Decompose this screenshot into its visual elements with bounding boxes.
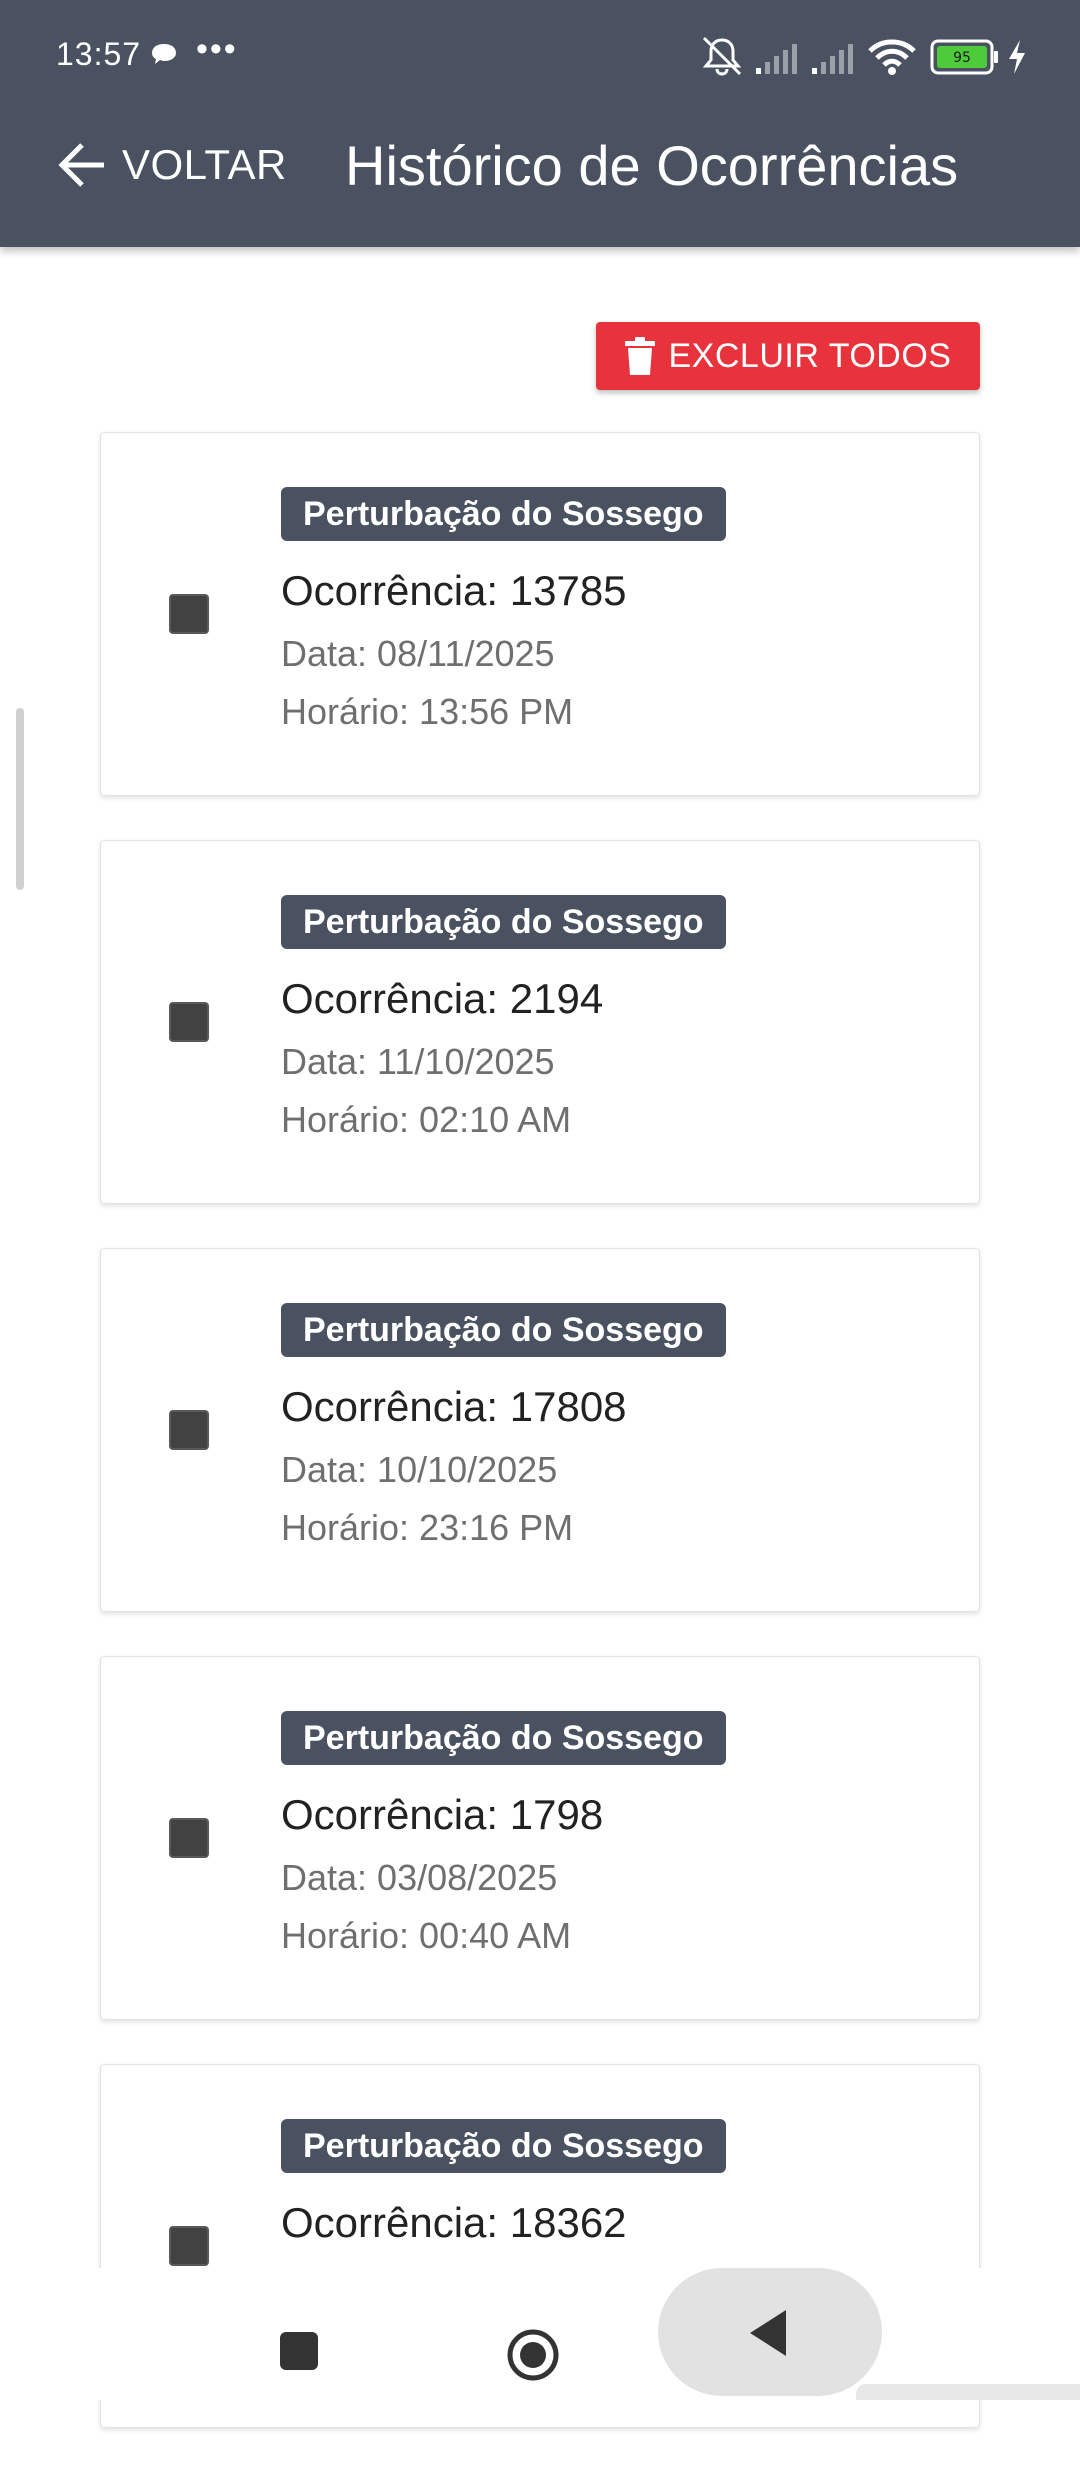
recents-button[interactable] bbox=[280, 2332, 318, 2370]
battery-icon: 95 bbox=[930, 39, 998, 75]
system-nav-bar bbox=[0, 2268, 1080, 2400]
occurrence-date: Data: 03/08/2025 bbox=[281, 1857, 558, 1898]
gesture-hint bbox=[856, 2384, 1080, 2400]
occurrence-time: Horário: 13:56 PM bbox=[281, 691, 574, 732]
occurrence-number: Ocorrência: 13785 bbox=[281, 567, 627, 614]
status-time: 13:57 bbox=[56, 36, 142, 72]
scrollbar[interactable] bbox=[16, 708, 24, 890]
occurrence-number: Ocorrência: 17808 bbox=[281, 1383, 627, 1430]
page-title: Histórico de Ocorrências bbox=[345, 134, 959, 197]
more-dots-icon: ••• bbox=[196, 30, 238, 68]
select-checkbox[interactable] bbox=[169, 1410, 209, 1450]
occurrence-date: Data: 08/11/2025 bbox=[281, 633, 555, 674]
wifi-icon bbox=[868, 39, 916, 75]
trash-icon bbox=[624, 337, 655, 375]
category-badge: Perturbação do Sossego bbox=[281, 895, 726, 949]
chat-bubble-icon bbox=[152, 44, 176, 64]
occurrence-card[interactable]: Perturbação do Sossego Ocorrência: 13785… bbox=[100, 432, 980, 796]
arrow-left-icon bbox=[58, 143, 104, 187]
home-button[interactable] bbox=[506, 2328, 560, 2382]
back-label: VOLTAR bbox=[122, 141, 287, 188]
occurrence-card[interactable]: Perturbação do Sossego Ocorrência: 17808… bbox=[100, 1248, 980, 1612]
occurrence-time: Horário: 00:40 AM bbox=[281, 1915, 572, 1956]
occurrence-time: Horário: 23:16 PM bbox=[281, 1507, 574, 1548]
back-nav-button[interactable] bbox=[658, 2268, 882, 2396]
occurrence-number: Ocorrência: 1798 bbox=[281, 1791, 604, 1838]
occurrence-card[interactable]: Perturbação do Sossego Ocorrência: 1798 … bbox=[100, 1656, 980, 2020]
occurrence-time: Horário: 02:10 AM bbox=[281, 1099, 572, 1140]
signal-icon bbox=[756, 44, 797, 74]
mute-icon bbox=[702, 36, 742, 76]
delete-all-label: EXCLUIR TODOS bbox=[668, 336, 952, 375]
category-badge: Perturbação do Sossego bbox=[281, 1303, 726, 1357]
occurrence-number: Ocorrência: 2194 bbox=[281, 975, 604, 1022]
occurrence-number: Ocorrência: 18362 bbox=[281, 2199, 627, 2246]
category-badge: Perturbação do Sossego bbox=[281, 487, 726, 541]
app-header: 13:57 ••• 95 VOLTAR Histórico de Ocorrên… bbox=[0, 0, 1080, 247]
back-button[interactable]: VOLTAR bbox=[56, 135, 287, 195]
occurrence-date: Data: 11/10/2025 bbox=[281, 1041, 555, 1082]
delete-all-button[interactable]: EXCLUIR TODOS bbox=[596, 322, 980, 390]
category-badge: Perturbação do Sossego bbox=[281, 2119, 726, 2173]
triangle-back-icon bbox=[750, 2310, 786, 2356]
select-checkbox[interactable] bbox=[169, 1002, 209, 1042]
occurrence-card[interactable]: Perturbação do Sossego Ocorrência: 2194 … bbox=[100, 840, 980, 1204]
occurrence-list: Perturbação do Sossego Ocorrência: 13785… bbox=[100, 432, 980, 2472]
occurrence-date: Data: 10/10/2025 bbox=[281, 1449, 558, 1490]
signal-icon bbox=[812, 44, 853, 74]
category-badge: Perturbação do Sossego bbox=[281, 1711, 726, 1765]
battery-level: 95 bbox=[953, 50, 971, 66]
select-checkbox[interactable] bbox=[169, 1818, 209, 1858]
select-checkbox[interactable] bbox=[169, 2226, 209, 2266]
charging-icon bbox=[1009, 40, 1025, 74]
select-checkbox[interactable] bbox=[169, 594, 209, 634]
